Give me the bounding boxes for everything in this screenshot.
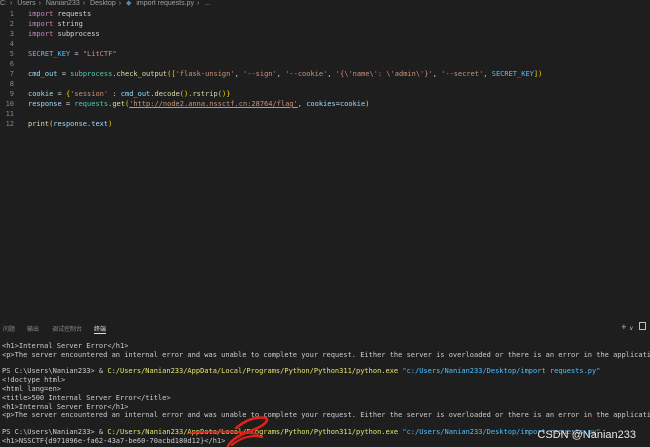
panel-actions: + ∨ [621, 322, 646, 332]
tab-terminal[interactable]: 终端 [94, 324, 107, 334]
line-number: 5 [9, 50, 14, 58]
breadcrumb: C: › Users › Nanian233 › Desktop › ◆ import … [0, 0, 650, 9]
tab-problems[interactable]: 问题 [3, 324, 15, 333]
split-terminal-icon[interactable] [639, 322, 646, 330]
breadcrumb-item[interactable]: Desktop [90, 0, 116, 7]
line-number: 11 [5, 110, 14, 118]
terminal-line: <h1>Internal Server Error</h1> [2, 342, 129, 350]
chevron-down-icon[interactable]: ∨ [629, 326, 633, 332]
code-line: 2 import string [0, 19, 650, 29]
python-file-icon: ◆ [126, 0, 132, 7]
terminal-line: <title>500 Internal Server Error</title> [2, 394, 171, 402]
panel-tabs: 问题 输出 调试控制台 终端 + ∨ [0, 321, 650, 334]
line-number: 2 [9, 20, 14, 28]
breadcrumb-item[interactable]: C: [0, 0, 7, 7]
code-line: 7 cmd_out = subprocess.check_output(['fla… [0, 69, 650, 79]
code-line: 12 print(response.text) [0, 119, 650, 129]
terminal-line: <p>The server encountered an internal er… [2, 351, 650, 359]
line-number: 4 [9, 40, 14, 48]
terminal-prompt: PS C:\Users\Nanian233> & C:/Users/Nanian… [2, 428, 601, 436]
code-line: 8 [0, 79, 650, 89]
tab-output[interactable]: 输出 [27, 324, 39, 333]
line-number: 7 [9, 70, 14, 78]
code-editor[interactable]: 1 import requests 2 import string 3 import … [0, 9, 650, 321]
breadcrumb-file[interactable]: import requests.py [136, 0, 194, 7]
line-number: 8 [9, 80, 14, 88]
line-number: 9 [9, 90, 14, 98]
code-line: 1 import requests [0, 9, 650, 19]
terminal-line: <p>The server encountered an internal er… [2, 411, 650, 419]
code-line: 4 [0, 39, 650, 49]
tab-debug-console[interactable]: 调试控制台 [52, 324, 82, 333]
code-line: 6 [0, 59, 650, 69]
breadcrumb-more[interactable]: ... [204, 0, 210, 7]
line-number: 12 [5, 120, 14, 128]
code-line: 10 response = requests.get('http://node2.… [0, 99, 650, 109]
watermark: CSDN @Nanian233 [537, 429, 636, 441]
terminal-line: <!doctype html> [2, 376, 66, 384]
line-number: 10 [5, 100, 14, 108]
new-terminal-button[interactable]: + [621, 322, 626, 332]
line-number: 6 [9, 60, 14, 68]
code-line: 5 SECRET_KEY = "LitCTF" [0, 49, 650, 59]
terminal-flag-line: <h1>NSSCTF{d971096e-fa62-43a7-be60-70acb… [2, 437, 226, 445]
code-line: 3 import subprocess [0, 29, 650, 39]
breadcrumb-item[interactable]: Nanian233 [46, 0, 80, 7]
terminal-prompt: PS C:\Users\Nanian233> & C:/Users/Nanian… [2, 367, 601, 375]
line-number: 1 [9, 10, 14, 18]
breadcrumb-item[interactable]: Users [17, 0, 35, 7]
code-line: 11 [0, 109, 650, 119]
code-line: 9 cookie = {'session' : cmd_out.decode().… [0, 89, 650, 99]
line-number: 3 [9, 30, 14, 38]
terminal-line: <html lang=en> [2, 385, 62, 393]
